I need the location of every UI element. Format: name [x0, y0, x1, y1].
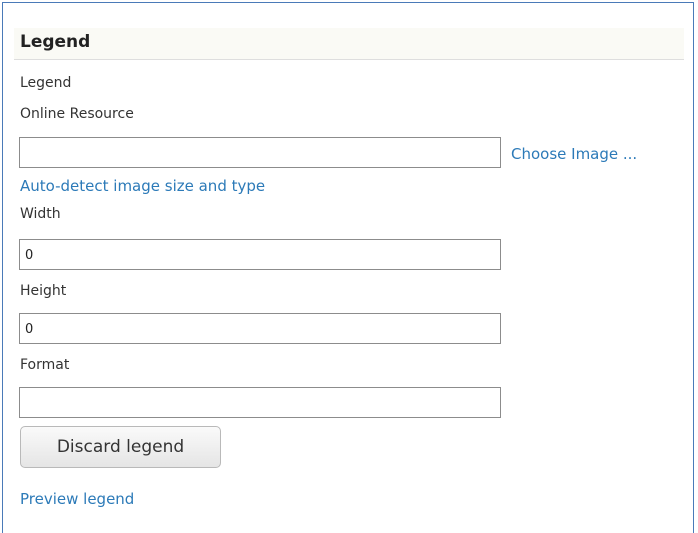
- width-label: Width: [20, 206, 61, 222]
- preview-legend-link[interactable]: Preview legend: [20, 490, 134, 508]
- legend-section-header: Legend: [14, 28, 684, 60]
- online-resource-input[interactable]: [19, 137, 501, 168]
- height-input[interactable]: [19, 313, 501, 344]
- format-label: Format: [20, 357, 70, 373]
- online-resource-label: Online Resource: [20, 106, 134, 122]
- legend-label: Legend: [20, 75, 72, 91]
- discard-legend-button[interactable]: Discard legend: [20, 426, 221, 468]
- width-input[interactable]: [19, 239, 501, 270]
- height-label: Height: [20, 283, 67, 299]
- section-title: Legend: [20, 32, 91, 52]
- choose-image-link[interactable]: Choose Image ...: [511, 145, 637, 163]
- auto-detect-link[interactable]: Auto-detect image size and type: [20, 177, 265, 195]
- format-input[interactable]: [19, 387, 501, 418]
